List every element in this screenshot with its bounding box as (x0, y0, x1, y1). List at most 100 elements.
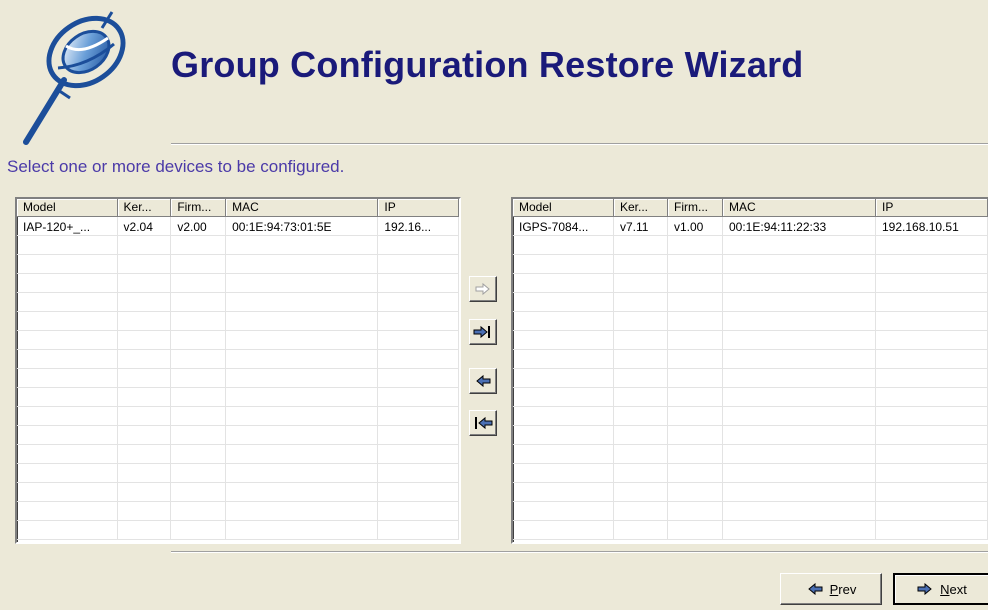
remove-all-button[interactable] (469, 410, 497, 436)
empty-cell (226, 274, 379, 292)
empty-cell (668, 236, 723, 254)
empty-cell (723, 350, 876, 368)
empty-cell (17, 369, 118, 387)
column-header-ip[interactable]: IP (876, 199, 988, 217)
empty-cell (614, 426, 668, 444)
empty-cell (614, 388, 668, 406)
remove-selected-button[interactable] (469, 368, 497, 394)
empty-cell (378, 312, 459, 330)
column-header-model[interactable]: Model (17, 199, 118, 217)
empty-cell (614, 502, 668, 520)
next-button-label: Next (940, 581, 967, 597)
prev-button-label: Prev (829, 581, 857, 597)
empty-cell (876, 388, 988, 406)
empty-row (17, 236, 459, 255)
column-header-mac[interactable]: MAC (723, 199, 876, 217)
column-header-firmware[interactable]: Firm... (668, 199, 723, 217)
arrow-left-icon (807, 583, 823, 595)
empty-cell (614, 331, 668, 349)
empty-cell (378, 274, 459, 292)
empty-row (513, 445, 988, 464)
cell-firmware: v2.00 (171, 217, 227, 235)
empty-cell (513, 331, 614, 349)
empty-cell (668, 350, 723, 368)
empty-cell (118, 312, 172, 330)
empty-cell (668, 293, 723, 311)
empty-cell (226, 388, 379, 406)
empty-cell (614, 407, 668, 425)
empty-cell (378, 521, 459, 539)
add-all-button[interactable] (469, 319, 497, 345)
empty-cell (876, 407, 988, 425)
target-device-list[interactable]: Model Ker... Firm... MAC IP IGPS-7084...… (511, 197, 988, 544)
empty-cell (723, 426, 876, 444)
empty-cell (171, 369, 227, 387)
empty-cell (171, 350, 227, 368)
empty-cell (614, 274, 668, 292)
arrow-left-icon (476, 374, 491, 388)
empty-row (513, 255, 988, 274)
empty-row (17, 483, 459, 502)
empty-cell (614, 445, 668, 463)
empty-cell (723, 274, 876, 292)
table-row[interactable]: IGPS-7084... v7.11 v1.00 00:1E:94:11:22:… (513, 217, 988, 236)
empty-cell (171, 236, 227, 254)
empty-cell (171, 483, 227, 501)
empty-row (513, 521, 988, 540)
source-list-body: IAP-120+_... v2.04 v2.00 00:1E:94:73:01:… (17, 217, 459, 540)
empty-cell (378, 293, 459, 311)
empty-cell (513, 407, 614, 425)
empty-cell (513, 274, 614, 292)
empty-cell (614, 312, 668, 330)
empty-cell (118, 388, 172, 406)
empty-cell (723, 445, 876, 463)
table-row[interactable]: IAP-120+_... v2.04 v2.00 00:1E:94:73:01:… (17, 217, 459, 236)
empty-cell (876, 502, 988, 520)
empty-cell (513, 464, 614, 482)
empty-cell (17, 255, 118, 273)
empty-cell (378, 350, 459, 368)
empty-cell (668, 312, 723, 330)
empty-cell (668, 255, 723, 273)
empty-cell (378, 369, 459, 387)
empty-row (513, 407, 988, 426)
empty-cell (513, 350, 614, 368)
empty-cell (668, 483, 723, 501)
empty-cell (876, 331, 988, 349)
empty-cell (378, 464, 459, 482)
source-device-list[interactable]: Model Ker... Firm... MAC IP IAP-120+_...… (15, 197, 461, 544)
cell-firmware: v1.00 (668, 217, 723, 235)
empty-cell (171, 388, 227, 406)
column-header-ip[interactable]: IP (378, 199, 459, 217)
empty-cell (17, 464, 118, 482)
column-header-kernel[interactable]: Ker... (117, 199, 172, 217)
empty-cell (876, 445, 988, 463)
empty-cell (118, 369, 172, 387)
empty-cell (668, 502, 723, 520)
empty-cell (513, 369, 614, 387)
empty-cell (17, 445, 118, 463)
empty-cell (876, 274, 988, 292)
empty-row (17, 350, 459, 369)
empty-cell (513, 445, 614, 463)
column-header-firmware[interactable]: Firm... (171, 199, 227, 217)
cell-kernel: v7.11 (614, 217, 668, 235)
empty-cell (378, 502, 459, 520)
empty-row (513, 350, 988, 369)
empty-cell (668, 426, 723, 444)
empty-cell (876, 483, 988, 501)
column-header-model[interactable]: Model (513, 199, 614, 217)
empty-row (17, 255, 459, 274)
add-selected-button[interactable] (469, 276, 497, 302)
empty-cell (513, 236, 614, 254)
empty-cell (171, 407, 227, 425)
column-header-kernel[interactable]: Ker... (614, 199, 668, 217)
cell-ip: 192.168.10.51 (876, 217, 988, 235)
cell-mac: 00:1E:94:11:22:33 (723, 217, 876, 235)
cell-mac: 00:1E:94:73:01:5E (226, 217, 379, 235)
empty-cell (171, 464, 227, 482)
empty-cell (17, 236, 118, 254)
next-button[interactable]: Next (893, 573, 988, 605)
column-header-mac[interactable]: MAC (226, 199, 379, 217)
prev-button[interactable]: Prev (780, 573, 882, 605)
